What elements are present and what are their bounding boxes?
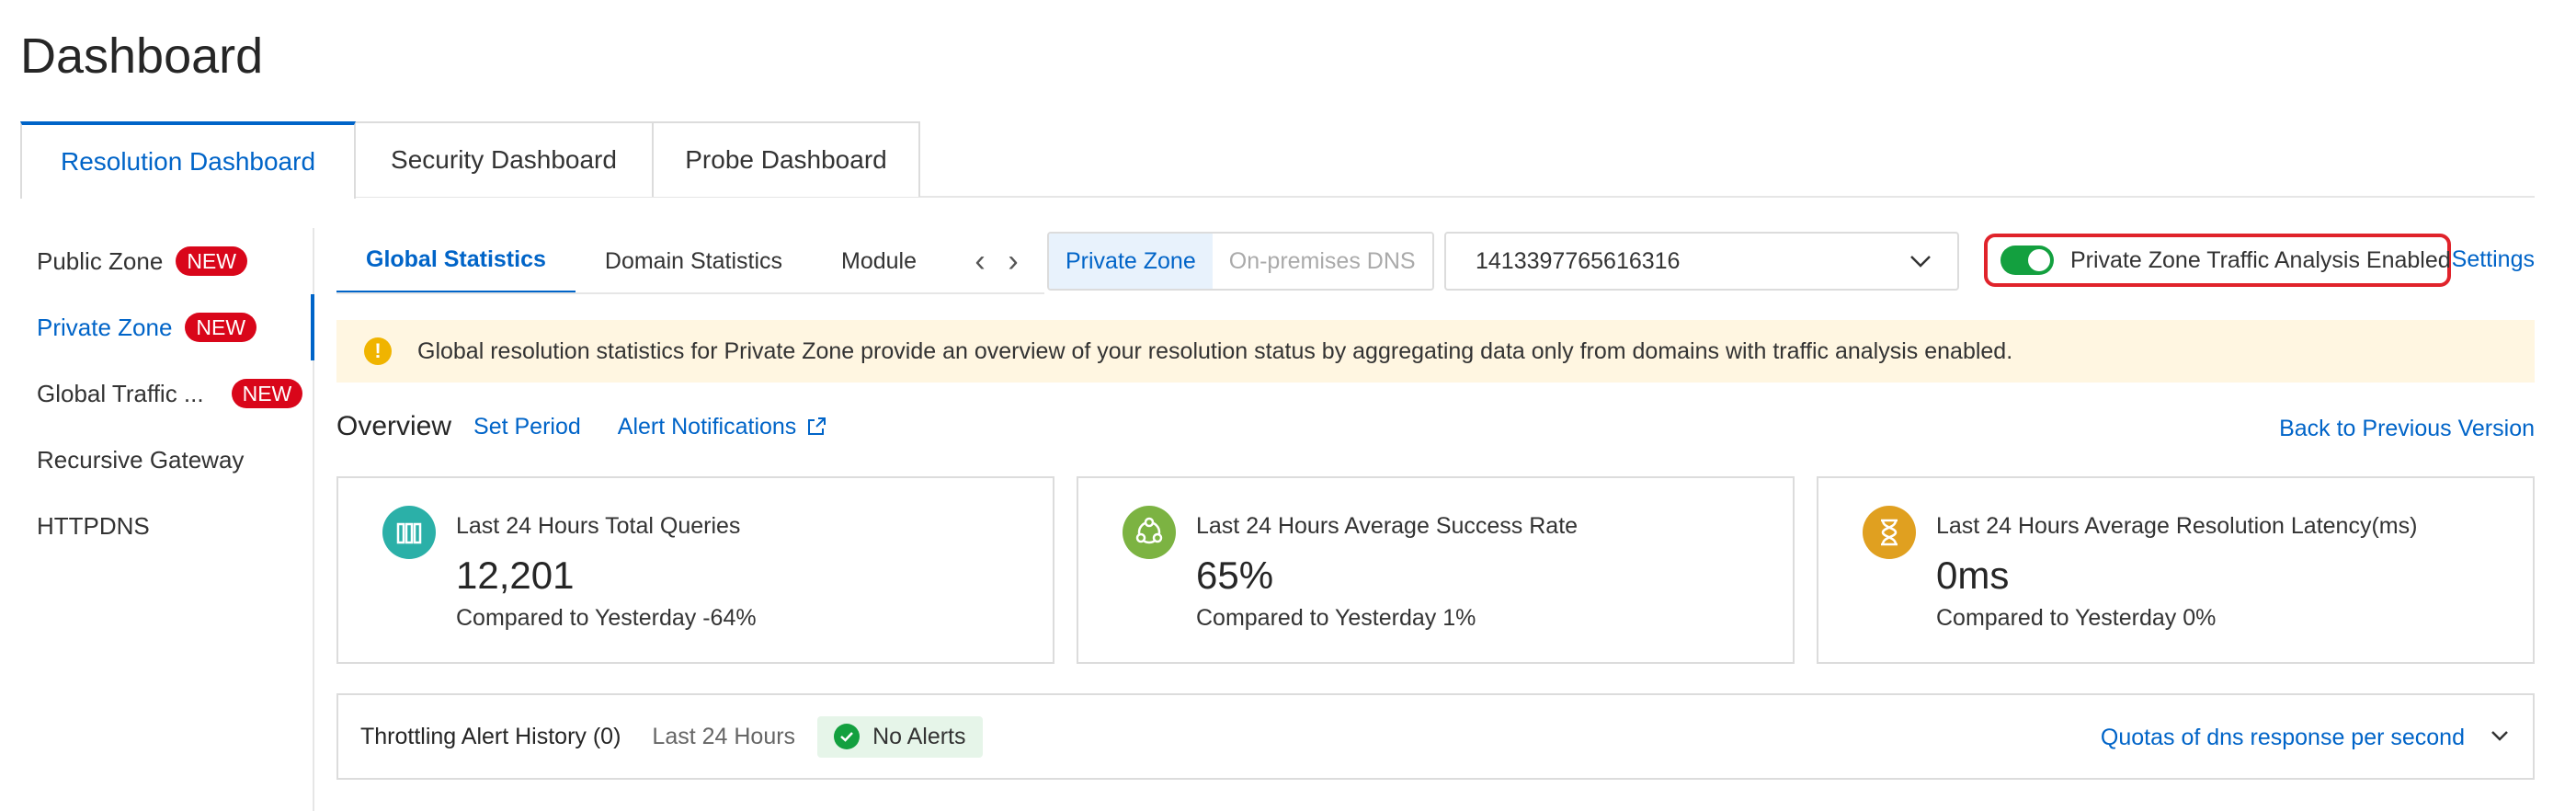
stat-cards: Last 24 Hours Total Queries 12,201 Compa… [336,476,2535,664]
overview-header: Overview Set Period Alert Notifications … [336,408,2535,445]
sidebar-item-httpdns[interactable]: HTTPDNS [20,493,313,559]
new-badge: NEW [231,379,303,408]
account-select[interactable]: 1413397765616316 [1444,232,1959,291]
throttling-period: Last 24 Hours [652,723,796,749]
stat-card-total-queries: Last 24 Hours Total Queries 12,201 Compa… [336,476,1054,664]
chevron-left-icon[interactable]: ‹ [967,246,993,277]
sidebar-item-label: HTTPDNS [37,511,150,540]
info-banner: ! Global resolution statistics for Priva… [336,320,2535,383]
banner-text: Global resolution statistics for Private… [417,337,2013,364]
card-compare: Compared to Yesterday 0% [1936,605,2217,631]
card-label: Last 24 Hours Total Queries [456,513,741,539]
external-link-icon [808,417,826,435]
card-value: 65% [1196,554,1274,597]
card-compare: Compared to Yesterday -64% [456,605,757,631]
sub-tabs: Global Statistics Domain Statistics Modu… [336,228,1044,294]
traffic-analysis-switch[interactable] [2000,246,2054,275]
alert-notifications-label: Alert Notifications [617,413,797,440]
back-to-previous-version-link[interactable]: Back to Previous Version [2279,416,2535,442]
sidebar-item-label: Recursive Gateway [37,445,245,474]
tab-module-statistics[interactable]: Module St [812,228,922,292]
tab-domain-statistics[interactable]: Domain Statistics [576,228,812,292]
sidebar-item-label: Global Traffic ... [37,379,204,407]
sidebar-item-label: Public Zone [37,246,164,275]
status-badge: No Alerts [817,715,983,758]
alert-notifications-link[interactable]: Alert Notifications [618,414,828,440]
quota-link[interactable]: Quotas of dns response per second [2101,725,2465,751]
sidebar-item-global-traffic[interactable]: Global Traffic ... NEW [20,360,313,427]
zone-type-switch: Private Zone On-premises DNS [1047,232,1434,291]
tab-global-statistics[interactable]: Global Statistics [336,228,576,292]
chevron-down-icon[interactable] [2487,723,2513,748]
traffic-analysis-label: Private Zone Traffic Analysis Enabled [2070,246,2451,273]
stat-card-success-rate: Last 24 Hours Average Success Rate 65% C… [1077,476,1795,664]
cycle-icon [1123,506,1176,559]
bar-chart-icon [382,506,436,559]
tab-resolution-dashboard[interactable]: Resolution Dashboard [20,121,356,199]
warning-icon: ! [364,337,392,365]
tab-probe-dashboard[interactable]: Probe Dashboard [652,121,920,197]
settings-link[interactable]: Settings [2452,246,2535,273]
sidebar-item-public-zone[interactable]: Public Zone NEW [20,228,313,294]
traffic-analysis-toggle: Private Zone Traffic Analysis Enabled [1984,234,2451,287]
status-text: No Alerts [872,723,966,749]
sidebar-item-private-zone[interactable]: Private Zone NEW [20,294,314,360]
stat-card-latency: Last 24 Hours Average Resolution Latency… [1817,476,2535,664]
overview-title: Overview [336,411,452,441]
hourglass-icon [1863,506,1916,559]
new-badge: NEW [185,313,257,342]
page-title: Dashboard [20,29,264,84]
zone-option-on-premises[interactable]: On-premises DNS [1212,234,1432,289]
check-circle-icon [834,724,861,749]
sub-toolbar: Global Statistics Domain Statistics Modu… [336,228,2535,294]
zone-option-private[interactable]: Private Zone [1049,234,1213,289]
throttling-title: Throttling Alert History (0) [360,723,621,749]
card-label: Last 24 Hours Average Resolution Latency… [1936,513,2418,539]
throttling-alert-panel[interactable]: Throttling Alert History (0) Last 24 Hou… [336,693,2535,780]
sidebar-item-label: Private Zone [37,313,173,341]
account-select-value: 1413397765616316 [1476,247,1681,274]
card-value: 12,201 [456,554,575,597]
sidebar: Public Zone NEW Private Zone NEW Global … [20,228,314,811]
chevron-down-icon [1910,256,1931,268]
card-value: 0ms [1936,554,2010,597]
top-tabs: Resolution Dashboard Security Dashboard … [20,121,920,199]
set-period-link[interactable]: Set Period [473,414,581,440]
chevron-right-icon[interactable]: › [1000,246,1026,277]
tab-security-dashboard[interactable]: Security Dashboard [354,121,654,197]
sidebar-item-recursive-gateway[interactable]: Recursive Gateway [20,427,313,493]
card-compare: Compared to Yesterday 1% [1196,605,1476,631]
card-label: Last 24 Hours Average Success Rate [1196,513,1579,539]
new-badge: NEW [176,246,247,276]
